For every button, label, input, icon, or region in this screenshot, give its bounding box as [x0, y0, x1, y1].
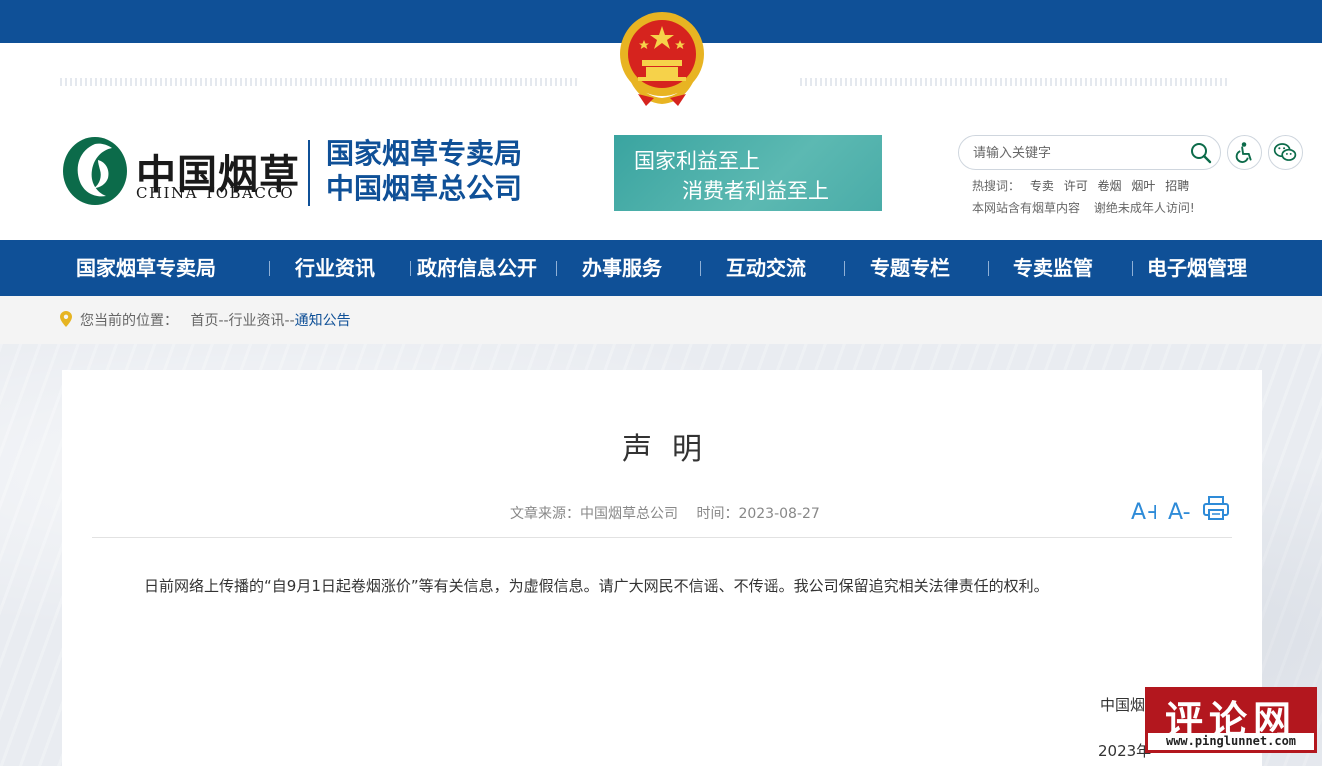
hot-keyword[interactable]: 卷烟 — [1098, 179, 1122, 193]
article-card: 声明 文章来源：中国烟草总公司 时间：2023-08-27 A+ A- 日前网络… — [62, 370, 1262, 766]
print-icon[interactable] — [1202, 494, 1230, 522]
font-decrease-button[interactable]: A- — [1167, 496, 1193, 525]
search-icon[interactable] — [1189, 141, 1213, 165]
nav-separator — [410, 261, 411, 276]
hot-search-label: 热搜词： — [972, 179, 1021, 193]
main-nav: 国家烟草专卖局 行业资讯 政府信息公开 办事服务 互动交流 专题专栏 专卖监管 … — [0, 240, 1322, 296]
nav-item-supervision[interactable]: 专卖监管 — [1013, 240, 1093, 296]
watermark-badge: 评论网 www.pinglunnet.com — [1145, 687, 1317, 753]
minor-notice: 本网站含有烟草内容 谢绝未成年人访问! — [972, 199, 1205, 216]
wheelchair-icon — [1235, 142, 1252, 163]
nav-item-e-cigarette[interactable]: 电子烟管理 — [1147, 240, 1247, 296]
article-meta: 文章来源：中国烟草总公司 时间：2023-08-27 — [510, 503, 834, 523]
nav-separator — [988, 261, 989, 276]
article-title: 声明 — [622, 432, 722, 467]
logo-divider — [308, 140, 310, 206]
national-emblem-icon — [620, 12, 704, 106]
nav-item-services[interactable]: 办事服务 — [582, 240, 662, 296]
wechat-icon — [1273, 143, 1297, 161]
wechat-button[interactable] — [1268, 135, 1303, 170]
slogan-banner[interactable]: 国家利益至上 消费者利益至上 — [614, 135, 882, 211]
nav-separator — [1132, 261, 1133, 276]
nav-separator — [556, 261, 557, 276]
notice-line-2: 谢绝未成年人访问! — [1093, 201, 1195, 215]
signature-date: 2023年 — [1098, 742, 1152, 760]
breadcrumb-bar: 您当前的位置： 首页--行业资讯--通知公告 — [0, 296, 1322, 344]
font-decrease-icon: A- — [1168, 500, 1191, 525]
breadcrumb-current[interactable]: 通知公告 — [295, 313, 351, 329]
nav-item-bureau[interactable]: 国家烟草专卖局 — [76, 240, 216, 296]
hot-keyword[interactable]: 烟叶 — [1131, 179, 1155, 193]
logo-bureau-name: 国家烟草专卖局 中国烟草总公司 — [326, 136, 522, 206]
site-logo[interactable]: 中国烟草 CHINA TOBACCO 国家烟草专卖局 中国烟草总公司 — [62, 136, 542, 210]
slogan-line-1: 国家利益至上 — [634, 149, 760, 173]
notice-line-1: 本网站含有烟草内容 — [972, 201, 1081, 215]
signature-organization: 中国烟 — [1100, 696, 1146, 714]
nav-item-interaction[interactable]: 互动交流 — [726, 240, 806, 296]
svg-text:A+: A+ — [1131, 500, 1156, 522]
logo-english-name: CHINA TOBACCO — [136, 184, 295, 202]
nav-separator — [700, 261, 701, 276]
meta-divider — [92, 537, 1232, 538]
article-body: 日前网络上传播的“自9月1日起卷烟涨价”等有关信息，为虚假信息。请广大网民不信谣… — [144, 577, 1049, 595]
nav-separator — [269, 261, 270, 276]
article-source: 文章来源：中国烟草总公司 — [510, 506, 678, 522]
location-pin-icon — [60, 311, 72, 327]
breadcrumb-label: 您当前的位置： — [80, 313, 178, 329]
breadcrumb: 您当前的位置： 首页--行业资讯--通知公告 — [60, 310, 351, 330]
search-box — [958, 135, 1221, 170]
bureau-line-2: 中国烟草总公司 — [326, 172, 523, 205]
article-time: 时间：2023-08-27 — [696, 506, 820, 522]
breadcrumb-path[interactable]: 首页--行业资讯-- — [190, 313, 294, 329]
font-increase-icon: A+ — [1131, 500, 1164, 525]
nav-item-industry-news[interactable]: 行业资讯 — [295, 240, 375, 296]
accessibility-button[interactable] — [1227, 135, 1262, 170]
nav-item-gov-info[interactable]: 政府信息公开 — [417, 240, 537, 296]
decorative-line-right — [800, 78, 1230, 86]
svg-text:A-: A- — [1168, 500, 1191, 522]
watermark-url: www.pinglunnet.com — [1148, 733, 1314, 750]
decorative-line-left — [60, 78, 580, 86]
hot-keyword[interactable]: 招聘 — [1165, 179, 1189, 193]
hot-search-keywords: 热搜词： 专卖 许可 卷烟 烟叶 招聘 — [972, 177, 1195, 194]
nav-separator — [844, 261, 845, 276]
china-tobacco-logo-icon — [63, 137, 127, 205]
hot-keyword[interactable]: 许可 — [1064, 179, 1088, 193]
hot-keyword[interactable]: 专卖 — [1030, 179, 1054, 193]
font-increase-button[interactable]: A+ — [1130, 496, 1164, 525]
bureau-line-1: 国家烟草专卖局 — [326, 137, 523, 170]
search-input[interactable] — [973, 142, 1173, 164]
nav-item-special-topics[interactable]: 专题专栏 — [870, 240, 950, 296]
slogan-line-2: 消费者利益至上 — [682, 179, 829, 203]
